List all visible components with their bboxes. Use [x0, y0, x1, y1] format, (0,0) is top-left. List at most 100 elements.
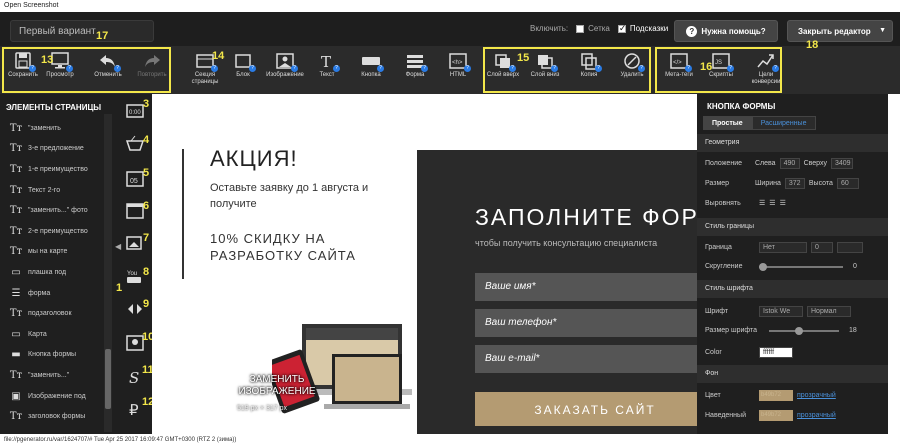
- align-right-icon[interactable]: ☰: [780, 199, 786, 207]
- sidebar-item[interactable]: Tт 3-е предложение: [0, 139, 116, 160]
- tool-html[interactable]: <h>? HTML: [438, 52, 478, 92]
- submit-button[interactable]: ЗАКАЗАТЬ САЙТ: [475, 392, 697, 426]
- tool-button[interactable]: ? Кнопка: [351, 52, 391, 92]
- height-label: Высота: [808, 180, 833, 187]
- devices-image[interactable]: [272, 284, 422, 434]
- hover-color-swatch[interactable]: b49b72: [759, 410, 793, 421]
- form-title[interactable]: ЗАПОЛНИТЕ ФОР: [475, 204, 697, 231]
- font-size-slider-knob[interactable]: [795, 326, 803, 335]
- sidebar-item[interactable]: ▭ Карта: [0, 324, 116, 345]
- border-width-select[interactable]: 0: [811, 242, 833, 253]
- annotation-5: 5: [143, 167, 150, 179]
- border-color-input[interactable]: [837, 242, 863, 253]
- gallery-icon[interactable]: [126, 234, 144, 252]
- basket-icon[interactable]: [125, 135, 145, 153]
- form-panel[interactable]: ЗАПОЛНИТЕ ФОР чтобы получить консультаци…: [417, 150, 697, 434]
- tab-advanced[interactable]: Расширенные: [751, 116, 816, 130]
- row-align: Выровнять ☰ ☰ ☰: [705, 199, 786, 208]
- replace-image-label[interactable]: ЗАМЕНИТЬ ИЗОБРАЖЕНИЕ: [222, 374, 332, 398]
- sidebar-item[interactable]: ▬ Кнопка формы: [0, 345, 116, 366]
- bg-color-swatch[interactable]: b49b72: [759, 390, 793, 401]
- sidebar-item-label: форма: [28, 289, 51, 297]
- annotation-15: 15: [517, 52, 530, 64]
- tool-form[interactable]: ? Форма: [395, 52, 435, 92]
- tool-text[interactable]: T? Текст: [307, 52, 347, 92]
- color-input[interactable]: ffffff: [759, 347, 793, 358]
- editor-canvas[interactable]: АКЦИЯ! Оставьте заявку до 1 августа и по…: [152, 94, 697, 434]
- left-input[interactable]: 490: [779, 158, 800, 169]
- scroll-thumb[interactable]: [105, 349, 111, 409]
- chevron-down-icon[interactable]: ▼: [879, 27, 886, 34]
- top-input[interactable]: 3409: [830, 158, 853, 169]
- sidebar-title: ЭЛЕМЕНТЫ СТРАНИЦЫ: [6, 103, 102, 112]
- hints-checkbox[interactable]: [617, 23, 626, 34]
- collapse-left-icon[interactable]: ◀: [115, 242, 121, 254]
- font-weight-select[interactable]: Нормал: [807, 306, 851, 317]
- image-size-label: 519 px × 317 px: [237, 405, 288, 412]
- grid-checkbox[interactable]: [576, 24, 585, 33]
- align-left-icon[interactable]: ☰: [759, 199, 765, 207]
- youtube-icon[interactable]: You: [126, 267, 144, 285]
- bg-color-value: b49b72: [761, 392, 782, 398]
- countdown-icon[interactable]: 05: [126, 170, 144, 188]
- sidebar-item[interactable]: Tт заголовок формы: [0, 406, 116, 427]
- sidebar-item-label: заголовок формы: [28, 413, 86, 421]
- form-subtitle[interactable]: чтобы получить консультацию специалиста: [475, 238, 657, 248]
- tab-simple[interactable]: Простые: [703, 116, 752, 130]
- section-font: Стиль шрифта: [697, 280, 888, 298]
- tool-block-label: Блок: [236, 72, 250, 78]
- tool-block[interactable]: ? Блок: [223, 52, 263, 92]
- sidebar-item[interactable]: Tт Текст 2-го: [0, 180, 116, 201]
- promo-title[interactable]: АКЦИЯ!: [210, 146, 298, 172]
- sidebar-item[interactable]: Tт "заменить...": [0, 365, 116, 386]
- sidebar-item-label: Кнопка формы: [28, 351, 77, 359]
- sidebar-item[interactable]: ▭ плашка под: [0, 262, 116, 283]
- align-center-icon[interactable]: ☰: [769, 199, 775, 207]
- svg-text:₽: ₽: [129, 402, 139, 418]
- variant-select[interactable]: Первый вариант: [10, 20, 154, 42]
- tool-image[interactable]: ? Изображение: [265, 52, 305, 92]
- sidebar-item[interactable]: ☰ форма: [0, 283, 116, 304]
- promo-subtitle[interactable]: Оставьте заявку до 1 августа и получите: [210, 180, 390, 212]
- sidebar-scrollbar[interactable]: [104, 114, 112, 432]
- row-font-size: Размер шрифта 18: [705, 326, 857, 335]
- timer-icon[interactable]: 0:00: [126, 102, 144, 120]
- text-icon: Tт: [9, 122, 23, 134]
- font-label: Шрифт: [705, 308, 729, 315]
- align-label: Выровнять: [705, 199, 741, 207]
- button-icon: ?: [361, 52, 384, 72]
- text-icon: Tт: [9, 205, 23, 217]
- row-position: Положение Слева 490 Сверху 3409: [705, 158, 853, 169]
- border-select[interactable]: Нет: [759, 242, 807, 253]
- text-icon: Tт: [9, 225, 23, 237]
- rounding-slider-knob[interactable]: [759, 262, 767, 271]
- email-field[interactable]: Ваш e-mail*: [475, 345, 697, 373]
- bg-transparent-link[interactable]: прозрачный: [797, 392, 836, 399]
- tool-form-label: Форма: [405, 72, 425, 78]
- sidebar-item[interactable]: Tт "заменить: [0, 118, 116, 139]
- slider-icon[interactable]: [126, 300, 144, 318]
- phone-field[interactable]: Ваш телефон*: [475, 309, 697, 337]
- name-field[interactable]: Ваше имя*: [475, 273, 697, 301]
- sidebar-item[interactable]: Tт мы на карте: [0, 242, 116, 263]
- width-input[interactable]: 372: [784, 178, 805, 189]
- font-size-slider[interactable]: [769, 326, 839, 335]
- width-label: Ширина: [755, 180, 781, 187]
- sidebar-item[interactable]: Tт подзаголовок: [0, 303, 116, 324]
- sidebar-item[interactable]: Tт 1-е преимущество: [0, 159, 116, 180]
- rounding-slider[interactable]: [759, 262, 843, 271]
- close-editor-button[interactable]: Закрыть редактор ▼: [787, 20, 893, 42]
- sidebar-item-label: "заменить: [28, 124, 61, 132]
- hover-transparent-link[interactable]: прозрачный: [797, 412, 836, 419]
- help-button[interactable]: ? Нужна помощь?: [674, 20, 778, 42]
- tool-image-label: Изображение: [266, 72, 304, 78]
- font-select[interactable]: Istok We: [759, 306, 803, 317]
- promo-discount[interactable]: 10% СКИДКУ НА РАЗРАБОТКУ САЙТА: [210, 230, 390, 264]
- status-bar: file://pgenerator.ru/var/1624707/# Tue A…: [0, 434, 900, 446]
- sidebar-item[interactable]: Tт 2-е преимущество: [0, 221, 116, 242]
- height-input[interactable]: 60: [836, 178, 859, 189]
- window-icon[interactable]: [126, 202, 144, 220]
- sidebar-item[interactable]: ▣ Изображение под: [0, 386, 116, 407]
- sidebar-item[interactable]: Tт "заменить..." фото: [0, 200, 116, 221]
- grid-label: Сетка: [588, 24, 610, 33]
